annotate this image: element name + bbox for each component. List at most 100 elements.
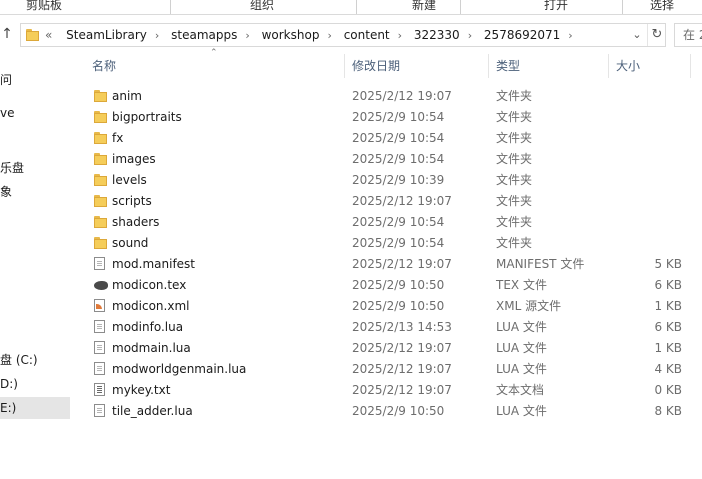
chevron-right-icon[interactable]: ›	[568, 29, 572, 42]
file-date: 2025/2/12 19:07	[352, 89, 452, 103]
nav-item-drive-e[interactable]: E:)	[0, 397, 70, 419]
file-size: 1 KB	[654, 341, 682, 355]
file-type: LUA 文件	[496, 320, 547, 334]
file-row[interactable]: fx 2025/2/9 10:54 文件夹	[86, 128, 692, 149]
file-name: fx	[112, 131, 124, 145]
file-date: 2025/2/13 14:53	[352, 320, 452, 334]
search-input[interactable]: 在 2	[674, 23, 702, 47]
breadcrumb-item[interactable]: workshop	[262, 28, 320, 42]
column-header-size[interactable]: 大小	[616, 52, 686, 80]
refresh-icon[interactable]: ↻	[647, 24, 666, 46]
file-name: shaders	[112, 215, 160, 229]
folder-icon	[26, 28, 40, 41]
up-arrow-icon[interactable]: ↑	[0, 25, 14, 43]
column-header-date[interactable]: 修改日期	[352, 52, 484, 80]
folder-icon	[94, 152, 108, 166]
file-type: 文件夹	[496, 173, 533, 187]
file-type: XML 源文件	[496, 299, 562, 313]
column-header-name[interactable]: 名称	[92, 52, 342, 80]
nav-item[interactable]: 问	[0, 69, 70, 91]
text-file-icon	[94, 383, 105, 396]
file-date: 2025/2/12 19:07	[352, 194, 452, 208]
file-type: 文件夹	[496, 215, 533, 229]
file-row[interactable]: images 2025/2/9 10:54 文件夹	[86, 149, 692, 170]
file-date: 2025/2/9 10:54	[352, 215, 445, 229]
file-size: 6 KB	[654, 320, 682, 334]
chevron-right-icon[interactable]: ›	[245, 29, 249, 42]
file-name: scripts	[112, 194, 152, 208]
ribbon-group-organize: 组织	[249, 0, 274, 12]
file-row[interactable]: bigportraits 2025/2/9 10:54 文件夹	[86, 107, 692, 128]
breadcrumb-item[interactable]: content	[344, 28, 390, 42]
file-date: 2025/2/12 19:07	[352, 362, 452, 376]
breadcrumb-item[interactable]: 2578692071	[484, 28, 560, 42]
file-row[interactable]: mod.manifest 2025/2/12 19:07 MANIFEST 文件…	[86, 254, 692, 275]
chevron-right-icon[interactable]: ›	[327, 29, 331, 42]
file-row[interactable]: modicon.tex 2025/2/9 10:50 TEX 文件 6 KB	[86, 275, 692, 296]
file-type: 文件夹	[496, 89, 533, 103]
file-name: anim	[112, 89, 142, 103]
file-row[interactable]: modinfo.lua 2025/2/13 14:53 LUA 文件 6 KB	[86, 317, 692, 338]
nav-item-drive-d[interactable]: D:)	[0, 373, 70, 395]
file-name: modmain.lua	[112, 341, 191, 355]
ribbon-separator	[460, 0, 461, 14]
column-divider[interactable]	[488, 54, 489, 78]
texture-icon	[94, 278, 108, 292]
document-icon	[94, 404, 105, 417]
document-icon	[94, 320, 105, 333]
file-date: 2025/2/12 19:07	[352, 341, 452, 355]
folder-icon	[94, 89, 108, 103]
file-name: mykey.txt	[112, 383, 171, 397]
column-divider[interactable]	[690, 54, 691, 78]
file-name: modicon.tex	[112, 278, 187, 292]
folder-icon	[94, 194, 108, 208]
file-type: MANIFEST 文件	[496, 257, 585, 271]
file-date: 2025/2/12 19:07	[352, 383, 452, 397]
nav-item-drive-c[interactable]: 盘 (C:)	[0, 349, 70, 371]
file-row[interactable]: scripts 2025/2/12 19:07 文件夹	[86, 191, 692, 212]
breadcrumb-overflow[interactable]: «	[45, 28, 52, 42]
file-row[interactable]: modmain.lua 2025/2/12 19:07 LUA 文件 1 KB	[86, 338, 692, 359]
chevron-down-icon[interactable]: ⌄	[629, 24, 645, 46]
file-size: 4 KB	[654, 362, 682, 376]
file-row[interactable]: tile_adder.lua 2025/2/9 10:50 LUA 文件 8 K…	[86, 401, 692, 422]
nav-item[interactable]: 象	[0, 181, 70, 203]
file-row[interactable]: levels 2025/2/9 10:39 文件夹	[86, 170, 692, 191]
file-type: 文件夹	[496, 110, 533, 124]
chevron-right-icon[interactable]: ›	[468, 29, 472, 42]
file-row[interactable]: shaders 2025/2/9 10:54 文件夹	[86, 212, 692, 233]
file-size: 1 KB	[654, 299, 682, 313]
file-date: 2025/2/12 19:07	[352, 257, 452, 271]
file-row[interactable]: anim 2025/2/12 19:07 文件夹	[86, 86, 692, 107]
folder-icon	[94, 110, 108, 124]
file-name: levels	[112, 173, 147, 187]
folder-icon	[94, 131, 108, 145]
file-date: 2025/2/9 10:50	[352, 299, 445, 313]
file-type: 文件夹	[496, 194, 533, 208]
file-row[interactable]: modicon.xml 2025/2/9 10:50 XML 源文件 1 KB	[86, 296, 692, 317]
breadcrumb-item[interactable]: steamapps	[171, 28, 237, 42]
file-name: modicon.xml	[112, 299, 190, 313]
file-row[interactable]: sound 2025/2/9 10:54 文件夹	[86, 233, 692, 254]
ribbon-separator	[622, 0, 623, 14]
column-divider[interactable]	[608, 54, 609, 78]
file-row[interactable]: mykey.txt 2025/2/12 19:07 文本文档 0 KB	[86, 380, 692, 401]
file-date: 2025/2/9 10:54	[352, 152, 445, 166]
column-header-type[interactable]: 类型	[496, 52, 604, 80]
nav-item[interactable]: 乐盘	[0, 157, 70, 179]
column-divider[interactable]	[344, 54, 345, 78]
breadcrumb: « SteamLibrary › steamapps › workshop › con…	[45, 24, 581, 46]
chevron-right-icon[interactable]: ›	[155, 29, 159, 42]
file-row[interactable]: modworldgenmain.lua 2025/2/12 19:07 LUA …	[86, 359, 692, 380]
file-type: TEX 文件	[496, 278, 547, 292]
breadcrumb-item[interactable]: SteamLibrary	[66, 28, 147, 42]
file-type: 文件夹	[496, 131, 533, 145]
folder-icon	[94, 236, 108, 250]
breadcrumb-item[interactable]: 322330	[414, 28, 460, 42]
ribbon-separator	[356, 0, 357, 14]
file-name: bigportraits	[112, 110, 182, 124]
chevron-right-icon[interactable]: ›	[398, 29, 402, 42]
nav-item[interactable]: ve	[0, 102, 70, 124]
file-date: 2025/2/9 10:50	[352, 278, 445, 292]
address-bar[interactable]: « SteamLibrary › steamapps › workshop › con…	[20, 23, 666, 47]
